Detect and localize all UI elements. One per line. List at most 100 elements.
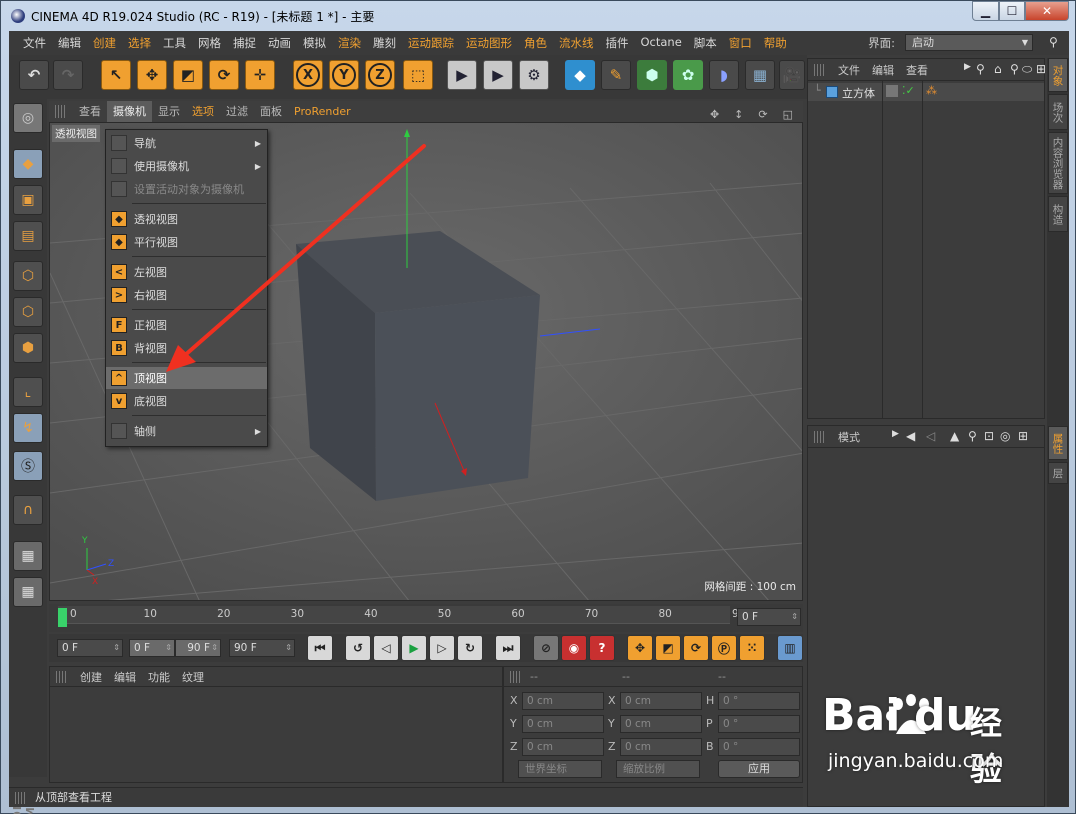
points-mode-icon[interactable]: ⬡ — [13, 261, 43, 291]
key-scale-icon[interactable]: ◩ — [655, 635, 681, 661]
timeline-playhead[interactable] — [58, 608, 67, 627]
menu-1[interactable]: 编辑 — [52, 35, 87, 51]
next-frame-icon[interactable]: ▷ — [429, 635, 455, 661]
menu-item-right-view[interactable]: > 右视图 — [106, 284, 267, 306]
key-point-level-icon[interactable]: ⁙ — [739, 635, 765, 661]
layout-dropdown[interactable]: 启动 — [905, 34, 1033, 51]
edges-mode-icon[interactable]: ⬡ — [13, 297, 43, 327]
position-y-field[interactable]: 0 cm — [522, 715, 604, 733]
attribute-menu-mode[interactable]: 模式 — [832, 429, 866, 445]
tab-attributes[interactable]: 属性 — [1048, 426, 1068, 460]
pen-spline-icon[interactable]: ✎ — [601, 60, 631, 90]
floor-environment-icon[interactable]: ▦ — [745, 60, 775, 90]
key-rotation-icon[interactable]: ⟳ — [683, 635, 709, 661]
x-axis-lock-button[interactable]: X — [293, 60, 323, 90]
minimize-button[interactable]: ▁ — [972, 1, 999, 21]
viewport-menu-camera[interactable]: 摄像机 — [107, 101, 152, 122]
apply-button[interactable]: 应用 — [718, 760, 800, 778]
menu-item-set-active-camera[interactable]: 设置活动对象为摄像机 — [106, 178, 267, 200]
menu-6[interactable]: 捕捉 — [227, 35, 262, 51]
material-menu-function[interactable]: 功能 — [142, 669, 176, 685]
menu-12[interactable]: 运动图形 — [460, 35, 518, 51]
scale-tool-icon[interactable]: ◩ — [173, 60, 203, 90]
size-y-field[interactable]: 0 cm — [620, 715, 702, 733]
prev-key-icon[interactable]: ↺ — [345, 635, 371, 661]
workplane-mode-icon[interactable]: ▤ — [13, 221, 43, 251]
make-editable-icon[interactable]: ◎ — [13, 103, 43, 133]
object-row-cube[interactable]: └ 立方体 ⁚✓ ⁂ — [808, 83, 1044, 101]
timeline-ruler[interactable]: 0102030405060708090 — [58, 606, 745, 627]
menu-9[interactable]: 渲染 — [332, 35, 367, 51]
play-icon[interactable]: ▶ — [401, 635, 427, 661]
tab-structure[interactable]: 构造 — [1048, 196, 1068, 232]
end-frame-field[interactable]: 90 F — [229, 639, 295, 657]
planar-workplane-icon[interactable]: ▦ — [13, 577, 43, 607]
key-position-icon[interactable]: ✥ — [627, 635, 653, 661]
menu-item-perspective[interactable]: ◆ 透视视图 — [106, 208, 267, 230]
object-menu-file[interactable]: 文件 — [832, 62, 866, 78]
render-settings-icon[interactable]: ⚙ — [519, 60, 549, 90]
cube-primitive-icon[interactable]: ◆ — [565, 60, 595, 90]
menu-0[interactable]: 文件 — [17, 35, 52, 51]
menu-7[interactable]: 动画 — [262, 35, 297, 51]
menu-15[interactable]: 插件 — [600, 35, 635, 51]
move-tool-icon[interactable]: ✥ — [137, 60, 167, 90]
record-keys-icon[interactable]: ⊘ — [533, 635, 559, 661]
tweak-mode-icon[interactable]: ↯ — [13, 413, 43, 443]
polygons-mode-icon[interactable]: ⬢ — [13, 333, 43, 363]
tab-take[interactable]: 场次 — [1048, 94, 1068, 130]
menu-item-bottom-view[interactable]: v 底视图 — [106, 390, 267, 412]
timeline-window-icon[interactable]: ▥ — [777, 635, 803, 661]
viewport-menu-display[interactable]: 显示 — [152, 101, 186, 122]
menu-3[interactable]: 选择 — [122, 35, 157, 51]
rotation-h-field[interactable]: 0 ° — [718, 692, 800, 710]
current-frame-field[interactable]: 0 F — [737, 608, 801, 626]
viewport-menu-panel[interactable]: 面板 — [254, 101, 288, 122]
menu-14[interactable]: 流水线 — [553, 35, 600, 51]
snap-magnet-icon[interactable]: ∩ — [13, 495, 43, 525]
rotation-b-field[interactable]: 0 ° — [718, 738, 800, 756]
viewport-menu-filter[interactable]: 过滤 — [220, 101, 254, 122]
menu-item-parallel[interactable]: ◆ 平行视图 — [106, 231, 267, 253]
menu-item-use-camera[interactable]: 使用摄像机 ▶ — [106, 155, 267, 177]
range-end-field[interactable]: 90 F — [175, 639, 221, 657]
model-mode-icon[interactable]: ◆ — [13, 149, 43, 179]
cloner-icon[interactable]: ✿ — [673, 60, 703, 90]
panel-grip-icon[interactable] — [55, 105, 65, 118]
goto-end-icon[interactable]: ⏭ — [495, 635, 521, 661]
camera-object-icon[interactable]: 🎥 — [779, 60, 805, 90]
recent-tool-icon[interactable]: ✛ — [245, 60, 275, 90]
start-frame-field[interactable]: 0 F — [57, 639, 123, 657]
menu-8[interactable]: 模拟 — [297, 35, 332, 51]
viewport-menu-prorender[interactable]: ProRender — [288, 101, 357, 122]
subdivision-surface-icon[interactable]: ⬢ — [637, 60, 667, 90]
undo-button[interactable]: ↶ — [19, 60, 49, 90]
menu-4[interactable]: 工具 — [157, 35, 192, 51]
viewport-menu-options[interactable]: 选项 — [186, 101, 220, 122]
deformer-icon[interactable]: ◗ — [709, 60, 739, 90]
panel-grip-icon[interactable] — [510, 671, 520, 683]
coordinate-system-icon[interactable]: ⬚ — [403, 60, 433, 90]
search-icon[interactable]: ⚲ — [1049, 35, 1063, 49]
menu-item-front-view[interactable]: F 正视图 — [106, 314, 267, 336]
workplane-lock-icon[interactable]: ▦ — [13, 541, 43, 571]
back-arrow-icon[interactable]: ◀ — [900, 429, 921, 443]
size-z-field[interactable]: 0 cm — [620, 738, 702, 756]
forward-arrow-icon[interactable]: ◁ — [920, 429, 941, 443]
menu-11[interactable]: 运动跟踪 — [402, 35, 460, 51]
new-window-icon[interactable]: ⊞ — [1012, 429, 1034, 443]
position-z-field[interactable]: 0 cm — [522, 738, 604, 756]
visibility-check-icon[interactable]: ⁚✓ — [902, 84, 915, 97]
rotation-p-field[interactable]: 0 ° — [718, 715, 800, 733]
menu-10[interactable]: 雕刻 — [367, 35, 402, 51]
texture-mode-icon[interactable]: ▣ — [13, 185, 43, 215]
viewport-menu-view[interactable]: 查看 — [73, 101, 107, 122]
menu-item-navigation[interactable]: 导航 ▶ — [106, 132, 267, 154]
tab-content-browser[interactable]: 内容浏览器 — [1048, 132, 1068, 194]
auto-key-icon[interactable]: ◉ — [561, 635, 587, 661]
menu-5[interactable]: 网格 — [192, 35, 227, 51]
next-key-icon[interactable]: ↻ — [457, 635, 483, 661]
tab-object[interactable]: 对象 — [1048, 58, 1068, 92]
material-menu-edit[interactable]: 编辑 — [108, 669, 142, 685]
menu-18[interactable]: 窗口 — [723, 35, 758, 51]
